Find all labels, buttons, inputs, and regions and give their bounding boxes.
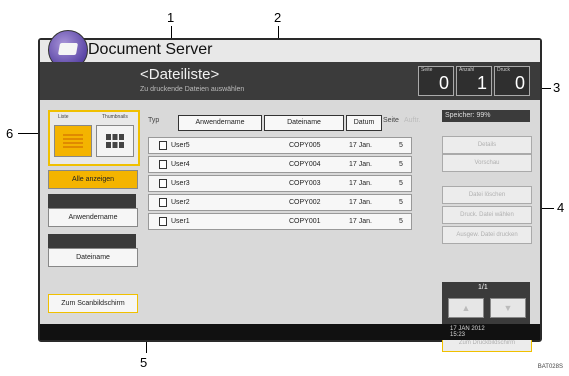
document-icon [159,159,167,169]
time-text: 15:23 [450,332,466,338]
delete-file-button[interactable]: Datei löschen [442,186,532,204]
status-bar: 17 JAN 2012 15:23 [40,324,540,340]
sort-date-button[interactable]: Datum [346,115,382,131]
list-subtitle: Zu druckende Dateien auswählen [140,86,245,93]
datetime: 17 JAN 2012 15:23 [450,326,485,338]
sort-user-name-button[interactable]: Anwendername [178,115,262,131]
pages-column-label: Seite [383,117,399,124]
type-column-label: Typ [148,117,160,124]
details-button[interactable]: Details [442,136,532,154]
list-title: <Dateiliste> [140,66,220,83]
job-column-label: Auftr. [404,117,421,124]
file-row[interactable]: User3 COPY003 17 Jan. 5 [148,175,412,192]
callout-1: 1 [167,10,175,25]
list-view-label: Liste [58,114,69,120]
pagination: 1/1 ▲ ▼ [442,282,530,326]
title-bar: Document Server [40,30,540,70]
callout-2: 2 [274,10,282,25]
divider [48,234,136,248]
document-server-screen: Document Server <Dateiliste> Zu druckend… [38,30,542,352]
callout-5: 5 [140,355,148,370]
scroll-up-button[interactable]: ▲ [448,298,484,318]
document-icon [159,178,167,188]
page-counter: Seite 0 [418,66,454,96]
callout-4: 4 [557,200,565,215]
memory-indicator: Speicher: 99% [442,110,530,122]
grid-icon [106,134,124,148]
list-view-button[interactable] [54,125,92,157]
thumb-view-label: Thumbnails [102,114,128,120]
user-name-button[interactable]: Anwendername [48,208,138,227]
print-counter: Druck 0 [494,66,530,96]
callout-6: 6 [6,126,14,141]
list-icon [63,134,83,148]
file-row[interactable]: User5 COPY005 17 Jan. 5 [148,137,412,154]
page-indicator: 1/1 [478,284,488,291]
callout-3: 3 [553,80,561,95]
file-row[interactable]: User1 COPY001 17 Jan. 5 [148,213,412,230]
list-header: <Dateiliste> Zu druckende Dateien auswäh… [40,62,540,100]
app-title: Document Server [88,41,213,58]
document-icon [159,197,167,207]
print-selected-file-button[interactable]: Ausgew. Datei drucken [442,226,532,244]
file-row[interactable]: User2 COPY002 17 Jan. 5 [148,194,412,211]
scan-screen-button[interactable]: Zum Scanbildschirm [48,294,138,313]
scroll-down-button[interactable]: ▼ [490,298,526,318]
document-icon [159,216,167,226]
preview-button[interactable]: Vorschau [442,154,532,172]
image-code: BAT028S [537,364,563,370]
show-all-button[interactable]: Alle anzeigen [48,170,138,189]
document-icon [159,140,167,150]
divider [48,194,136,208]
copies-counter: Anzahl 1 [456,66,492,96]
thumbnail-view-button[interactable] [96,125,134,157]
file-row[interactable]: User4 COPY004 17 Jan. 5 [148,156,412,173]
callout-line-4 [540,208,554,209]
view-switcher: Liste Thumbnails [48,110,140,166]
select-print-file-button[interactable]: Druck. Datei wählen [442,206,532,224]
file-name-button[interactable]: Dateiname [48,248,138,267]
sort-file-name-button[interactable]: Dateiname [264,115,344,131]
